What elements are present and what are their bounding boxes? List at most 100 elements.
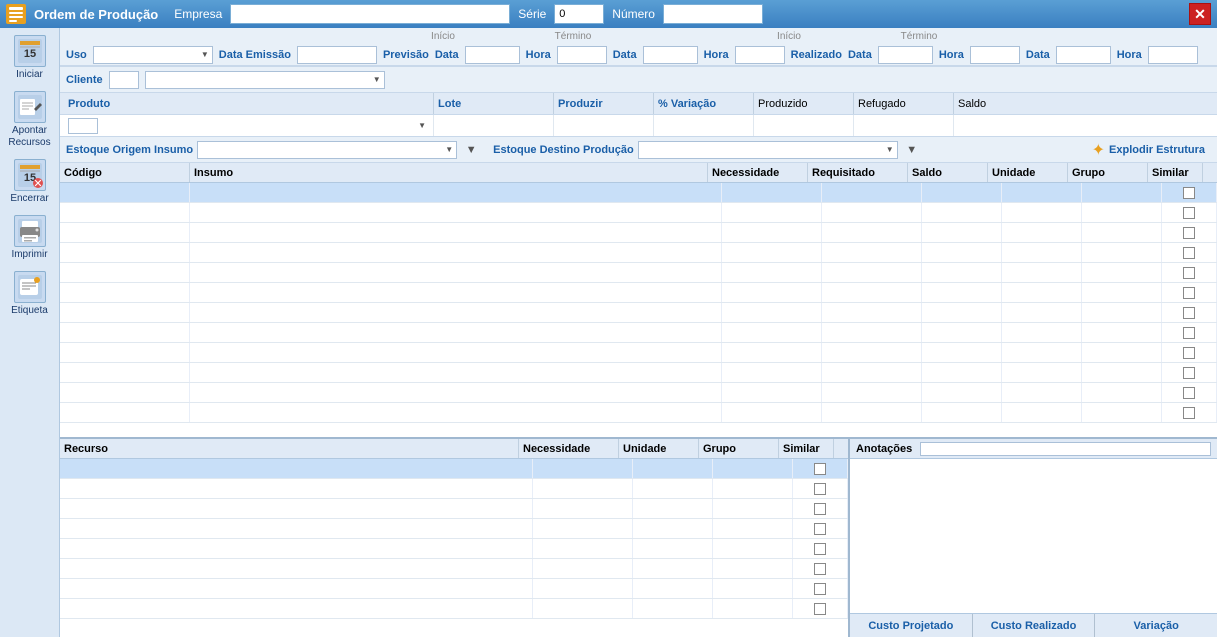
insumo-row-5[interactable] [60, 263, 1217, 283]
sidebar-btn-iniciar[interactable]: 15 Iniciar [4, 32, 56, 84]
prev-termino-data-label: Data [613, 49, 637, 61]
data-emissao-label: Data Emissão [219, 49, 291, 61]
empresa-label: Empresa [174, 7, 222, 21]
insumo-similar-cb-10[interactable] [1183, 367, 1195, 379]
prev-termino-hora-field[interactable] [735, 46, 785, 64]
imprimir-icon [14, 215, 46, 247]
encerrar-label: Encerrar [10, 193, 48, 205]
insumo-similar-cb-4[interactable] [1183, 247, 1195, 259]
real-termino-hora-field[interactable] [1148, 46, 1198, 64]
insumo-row-12[interactable] [60, 403, 1217, 423]
insumo-similar-cb-11[interactable] [1183, 387, 1195, 399]
iniciar-icon: 15 [14, 35, 46, 67]
cliente-label: Cliente [66, 74, 103, 86]
variacao-col-header: % Variação [658, 98, 716, 110]
sidebar-btn-apontar[interactable]: ApontarRecursos [4, 88, 56, 152]
cliente-name-field[interactable]: ▼ [145, 71, 385, 89]
serie-field[interactable]: 0 [554, 4, 604, 24]
insumo-similar-cb-2[interactable] [1183, 207, 1195, 219]
insumo-row-7[interactable] [60, 303, 1217, 323]
real-inicio-data-label: Data [848, 49, 872, 61]
rec-similar-cb-5[interactable] [814, 543, 826, 555]
resource-row-2[interactable] [60, 479, 848, 499]
resource-row-5[interactable] [60, 539, 848, 559]
insumo-similar-cb-3[interactable] [1183, 227, 1195, 239]
th-grupo: Grupo [1068, 163, 1148, 182]
notes-header: Anotações [850, 439, 1217, 459]
rec-similar-cb-8[interactable] [814, 603, 826, 615]
insumo-row-3[interactable] [60, 223, 1217, 243]
insumo-row-8[interactable] [60, 323, 1217, 343]
real-inicio-data-field[interactable] [878, 46, 933, 64]
explodir-button[interactable]: ✦ Explodir Estrutura [1086, 138, 1211, 162]
prev-inicio-data-field[interactable] [465, 46, 520, 64]
uso-field[interactable]: ▼ [93, 46, 213, 64]
insumo-row-2[interactable] [60, 203, 1217, 223]
insumo-table-header: Código Insumo Necessidade Requisitado Sa… [60, 163, 1217, 183]
content-area: Início Término Início Término [60, 28, 1217, 637]
estoque-destino-field[interactable]: ▼ [638, 141, 898, 159]
svg-text:15: 15 [23, 48, 35, 60]
insumo-row-11[interactable] [60, 383, 1217, 403]
sidebar: 15 Iniciar ApontarRecursos [0, 28, 60, 637]
insumo-row-6[interactable] [60, 283, 1217, 303]
sidebar-btn-imprimir[interactable]: Imprimir [4, 212, 56, 264]
numero-field[interactable] [663, 4, 763, 24]
real-termino-data-label: Data [1026, 49, 1050, 61]
produto-code-field[interactable] [68, 118, 98, 134]
th-codigo: Código [60, 163, 190, 182]
resource-row-1[interactable] [60, 459, 848, 479]
insumo-similar-cb-12[interactable] [1183, 407, 1195, 419]
prev-termino-hora-label: Hora [704, 49, 729, 61]
empresa-field[interactable] [230, 4, 510, 24]
insumo-similar-cb-5[interactable] [1183, 267, 1195, 279]
insumo-similar-cb-6[interactable] [1183, 287, 1195, 299]
notes-body[interactable] [850, 459, 1217, 613]
rec-similar-cb-1[interactable] [814, 463, 826, 475]
rec-similar-cb-3[interactable] [814, 503, 826, 515]
variacao-label: Variação [1095, 614, 1217, 637]
lote-col-header: Lote [438, 98, 461, 110]
data-emissao-field[interactable] [297, 46, 377, 64]
resource-row-7[interactable] [60, 579, 848, 599]
resource-row-6[interactable] [60, 559, 848, 579]
rec-similar-cb-4[interactable] [814, 523, 826, 535]
th-similar: Similar [1148, 163, 1203, 182]
prev-termino-data-field[interactable] [643, 46, 698, 64]
th-rec-unidade: Unidade [619, 439, 699, 458]
estoque-origem-arrow: ▼ [461, 144, 481, 156]
uso-label: Uso [66, 49, 87, 61]
rec-similar-cb-6[interactable] [814, 563, 826, 575]
insumo-row-4[interactable] [60, 243, 1217, 263]
rec-similar-cb-2[interactable] [814, 483, 826, 495]
insumo-row-10[interactable] [60, 363, 1217, 383]
insumo-row-9[interactable] [60, 343, 1217, 363]
sidebar-btn-encerrar[interactable]: 15 ✕ Encerrar [4, 156, 56, 208]
insumo-similar-cb-9[interactable] [1183, 347, 1195, 359]
cliente-code-field[interactable] [109, 71, 139, 89]
close-button[interactable]: ✕ [1189, 3, 1211, 25]
estoque-origem-field[interactable]: ▼ [197, 141, 457, 159]
real-termino-data-field[interactable] [1056, 46, 1111, 64]
resource-row-4[interactable] [60, 519, 848, 539]
resource-row-8[interactable] [60, 599, 848, 619]
prev-inicio-hora-label: Hora [526, 49, 551, 61]
th-requisitado: Requisitado [808, 163, 908, 182]
real-inicio-hora-field[interactable] [970, 46, 1020, 64]
realizado-label: Realizado [791, 49, 842, 61]
notes-search[interactable] [920, 442, 1211, 456]
insumo-row-1[interactable] [60, 183, 1217, 203]
insumo-similar-cb-1[interactable] [1183, 187, 1195, 199]
rec-similar-cb-7[interactable] [814, 583, 826, 595]
title-bar: Ordem de Produção Empresa Série 0 Número… [0, 0, 1217, 28]
prev-inicio-hora-field[interactable] [557, 46, 607, 64]
apontar-icon [14, 91, 46, 123]
resource-row-3[interactable] [60, 499, 848, 519]
insumo-similar-cb-8[interactable] [1183, 327, 1195, 339]
bottom-section: Recurso Necessidade Unidade Grupo Simila… [60, 437, 1217, 637]
insumo-similar-cb-7[interactable] [1183, 307, 1195, 319]
sidebar-btn-etiqueta[interactable]: Etiqueta [4, 268, 56, 320]
custo-projetado-label: Custo Projetado [850, 614, 973, 637]
app-title: Ordem de Produção [34, 7, 158, 22]
previsao-inicio-label: Início [431, 31, 455, 42]
